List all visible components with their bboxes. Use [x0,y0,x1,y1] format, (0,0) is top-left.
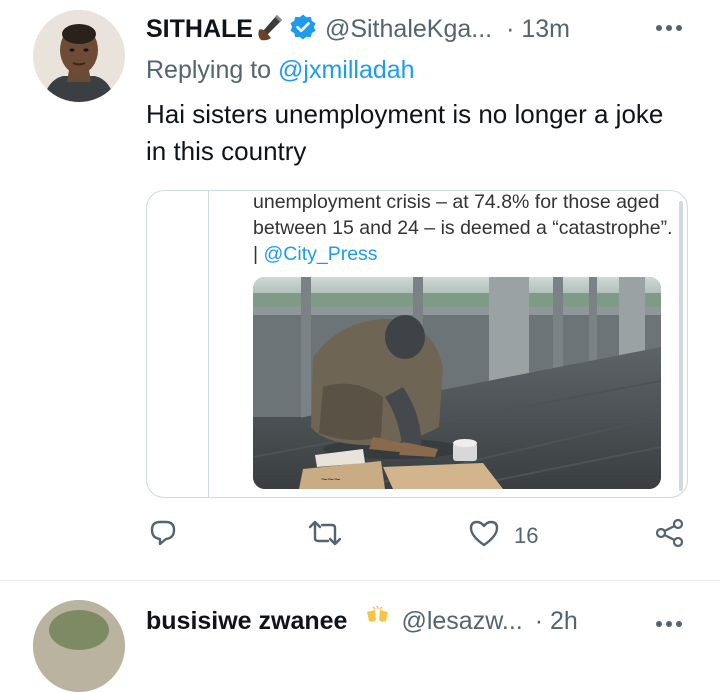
action-bar: 16 [0,518,720,562]
share-button[interactable] [654,518,686,553]
verified-badge-icon [289,13,317,46]
reply-button[interactable] [148,518,178,553]
replying-label: Replying to [146,56,272,84]
like-button[interactable]: 16 [468,518,538,553]
next-tweet-header: busisiwe zwanee @lesazw... · 2h [146,605,578,637]
reply-icon [148,518,178,553]
tweet-header: SITHALE @SithaleKga... · 13m [146,12,570,46]
replying-mention-link[interactable]: @jxmilladah [278,56,415,84]
next-display-name[interactable]: busisiwe zwanee [146,607,347,636]
card-divider [208,191,209,497]
media-card[interactable]: unemployment crisis – at 74.8% for those… [146,190,688,498]
tweet-text: Hai sisters unemployment is no longer a … [146,99,664,166]
avatar[interactable] [33,10,125,102]
share-icon [654,518,686,553]
next-handle[interactable]: @lesazw... [401,607,522,636]
card-mention-link[interactable]: @City_Press [263,243,377,265]
like-count: 16 [514,522,539,548]
retweet-button[interactable] [308,518,342,553]
svg-text:~~~: ~~~ [321,474,340,486]
handle[interactable]: @SithaleKga... [325,15,492,44]
display-name[interactable]: SITHALE [146,15,253,44]
replying-to: Replying to @jxmilladah [146,56,415,85]
writing-hand-icon [255,12,285,47]
more-options-icon[interactable] [654,18,684,43]
next-more-options-icon[interactable] [654,614,684,639]
heart-icon [468,518,500,553]
clinking-glasses-icon [363,605,393,637]
card-scrollbar [679,201,683,491]
news-photo[interactable]: ~~~ [253,277,661,489]
next-avatar[interactable] [33,600,125,692]
retweet-icon [308,518,342,553]
timestamp[interactable]: · 13m [506,15,570,44]
next-timestamp[interactable]: · 2h [535,607,578,636]
card-text: unemployment crisis – at 74.8% for those… [253,191,673,267]
tweet-divider [0,580,720,581]
